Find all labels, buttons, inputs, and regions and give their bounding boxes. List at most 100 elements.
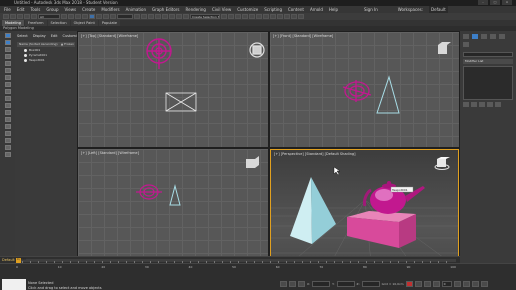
maxscript-listener[interactable] [2,279,26,290]
scene-tab-select[interactable]: Select [17,34,28,38]
scene-tab-display[interactable]: Display [33,34,46,38]
visibility-icon[interactable] [24,54,27,57]
rendered-frame-window-icon[interactable] [277,14,283,19]
cameras-filter-icon[interactable] [4,82,11,87]
select-icon[interactable] [4,33,11,38]
groups-filter-icon[interactable] [4,103,11,108]
a360-gallery-icon[interactable] [298,14,304,19]
hidden-filter-icon[interactable] [4,138,11,143]
select-by-name-icon[interactable] [68,14,74,19]
named-selection-dropdown[interactable]: Create Selection Se [190,14,220,19]
pin-stack-icon[interactable] [463,102,469,107]
render-production-icon[interactable] [284,14,290,19]
menu-civil-view[interactable]: Civil View [212,6,231,13]
menu-graph-editors[interactable]: Graph Editors [152,6,179,13]
menu-rendering[interactable]: Rendering [186,6,206,13]
geometry-filter-icon[interactable] [4,61,11,66]
material-editor-icon[interactable] [263,14,269,19]
select-manipulate-icon[interactable] [141,14,147,19]
motion-tab-icon[interactable] [490,34,496,39]
close-button[interactable]: × [502,0,512,5]
current-frame-field[interactable]: 0 [441,281,452,287]
display-tab-icon[interactable] [499,34,505,39]
select-and-place-icon[interactable] [110,14,116,19]
scene-tab-edit[interactable]: Edit [51,34,58,38]
percent-snap-icon[interactable] [169,14,175,19]
invert-icon[interactable] [4,54,11,59]
next-frame-icon[interactable] [432,281,440,287]
scene-column-header[interactable]: Name (Sorted Ascending) ▲ Frozen [17,42,75,47]
select-object-icon[interactable] [61,14,67,19]
configure-sets-icon[interactable] [495,102,501,107]
menu-customize[interactable]: Customize [237,6,258,13]
lock-icon[interactable] [4,152,11,157]
spinner-snap-icon[interactable] [176,14,182,19]
menu-create[interactable]: Create [82,6,95,13]
orbit-icon[interactable] [471,281,479,287]
reference-coord-dropdown[interactable] [117,14,133,19]
modifier-list-dropdown[interactable]: Modifier List [463,59,513,64]
unlink-icon[interactable] [24,14,30,19]
shapes-filter-icon[interactable] [4,68,11,73]
isolate-selection-icon[interactable] [280,281,287,287]
select-and-scale-icon[interactable] [103,14,109,19]
find-icon[interactable] [4,145,11,150]
menu-arnold[interactable]: Arnold [310,6,323,13]
remove-modifier-icon[interactable] [487,102,493,107]
visibility-icon[interactable] [24,49,27,52]
viewport-perspective[interactable]: [+] [Perspective] [Standard] [Default Sh… [270,149,459,262]
zoom-icon[interactable] [453,281,461,287]
viewport-left[interactable]: [+] [Left] [Standard] [Wireframe] [78,149,268,262]
layer-label[interactable]: Default [2,258,15,262]
render-in-cloud-icon[interactable] [291,14,297,19]
viewport-front[interactable]: [+] [Front] [Standard] [Wireframe] [270,32,459,147]
edit-named-selection-icon[interactable] [183,14,189,19]
modifier-stack[interactable] [463,66,513,100]
maximize-viewport-icon[interactable] [480,281,488,287]
maximize-button[interactable]: □ [490,0,500,5]
pivot-center-icon[interactable] [134,14,140,19]
visibility-icon[interactable] [24,59,27,62]
menu-scripting[interactable]: Scripting [264,6,282,13]
play-icon[interactable] [423,281,431,287]
minimize-button[interactable]: – [478,0,488,5]
set-key-button[interactable] [414,281,422,287]
modify-tab-icon[interactable] [472,34,478,39]
menu-views[interactable]: Views [65,6,77,13]
xrefs-filter-icon[interactable] [4,110,11,115]
x-coord-field[interactable] [312,281,331,287]
bind-space-warp-icon[interactable] [31,14,37,19]
show-end-result-icon[interactable] [471,102,477,107]
keyboard-shortcut-toggle-icon[interactable] [148,14,154,19]
menu-help[interactable]: Help [329,6,338,13]
select-and-move-icon[interactable] [89,14,95,19]
rect-selection-icon[interactable] [75,14,81,19]
snaps-toggle-icon[interactable] [155,14,161,19]
absolute-relative-icon[interactable] [298,281,305,287]
helpers-filter-icon[interactable] [4,89,11,94]
redo-icon[interactable] [10,14,16,19]
containers-filter-icon[interactable] [4,124,11,129]
workspaces-dropdown[interactable]: Default [429,6,448,13]
menu-modifiers[interactable]: Modifiers [101,6,119,13]
select-and-rotate-icon[interactable] [96,14,102,19]
bones-filter-icon[interactable] [4,117,11,122]
menu-file[interactable]: File [4,6,11,13]
window-crossing-icon[interactable] [82,14,88,19]
utilities-tab-icon[interactable] [463,42,469,47]
hierarchy-tab-icon[interactable] [481,34,487,39]
pan-icon[interactable] [462,281,470,287]
viewport-top[interactable]: [+] [Top] [Standard] [Wireframe] [78,32,268,147]
menu-edit[interactable]: Edit [17,6,25,13]
schematic-view-icon[interactable] [256,14,262,19]
auto-key-button[interactable] [405,281,413,287]
y-coord-field[interactable] [336,281,355,287]
link-icon[interactable] [17,14,23,19]
create-tab-icon[interactable] [463,34,469,39]
space-warps-filter-icon[interactable] [4,96,11,101]
menu-group[interactable]: Group [46,6,58,13]
menu-tools[interactable]: Tools [30,6,40,13]
selection-filter-dropdown[interactable]: All [38,14,60,19]
align-icon[interactable] [228,14,234,19]
sign-in-button[interactable]: Sign In [364,6,378,13]
